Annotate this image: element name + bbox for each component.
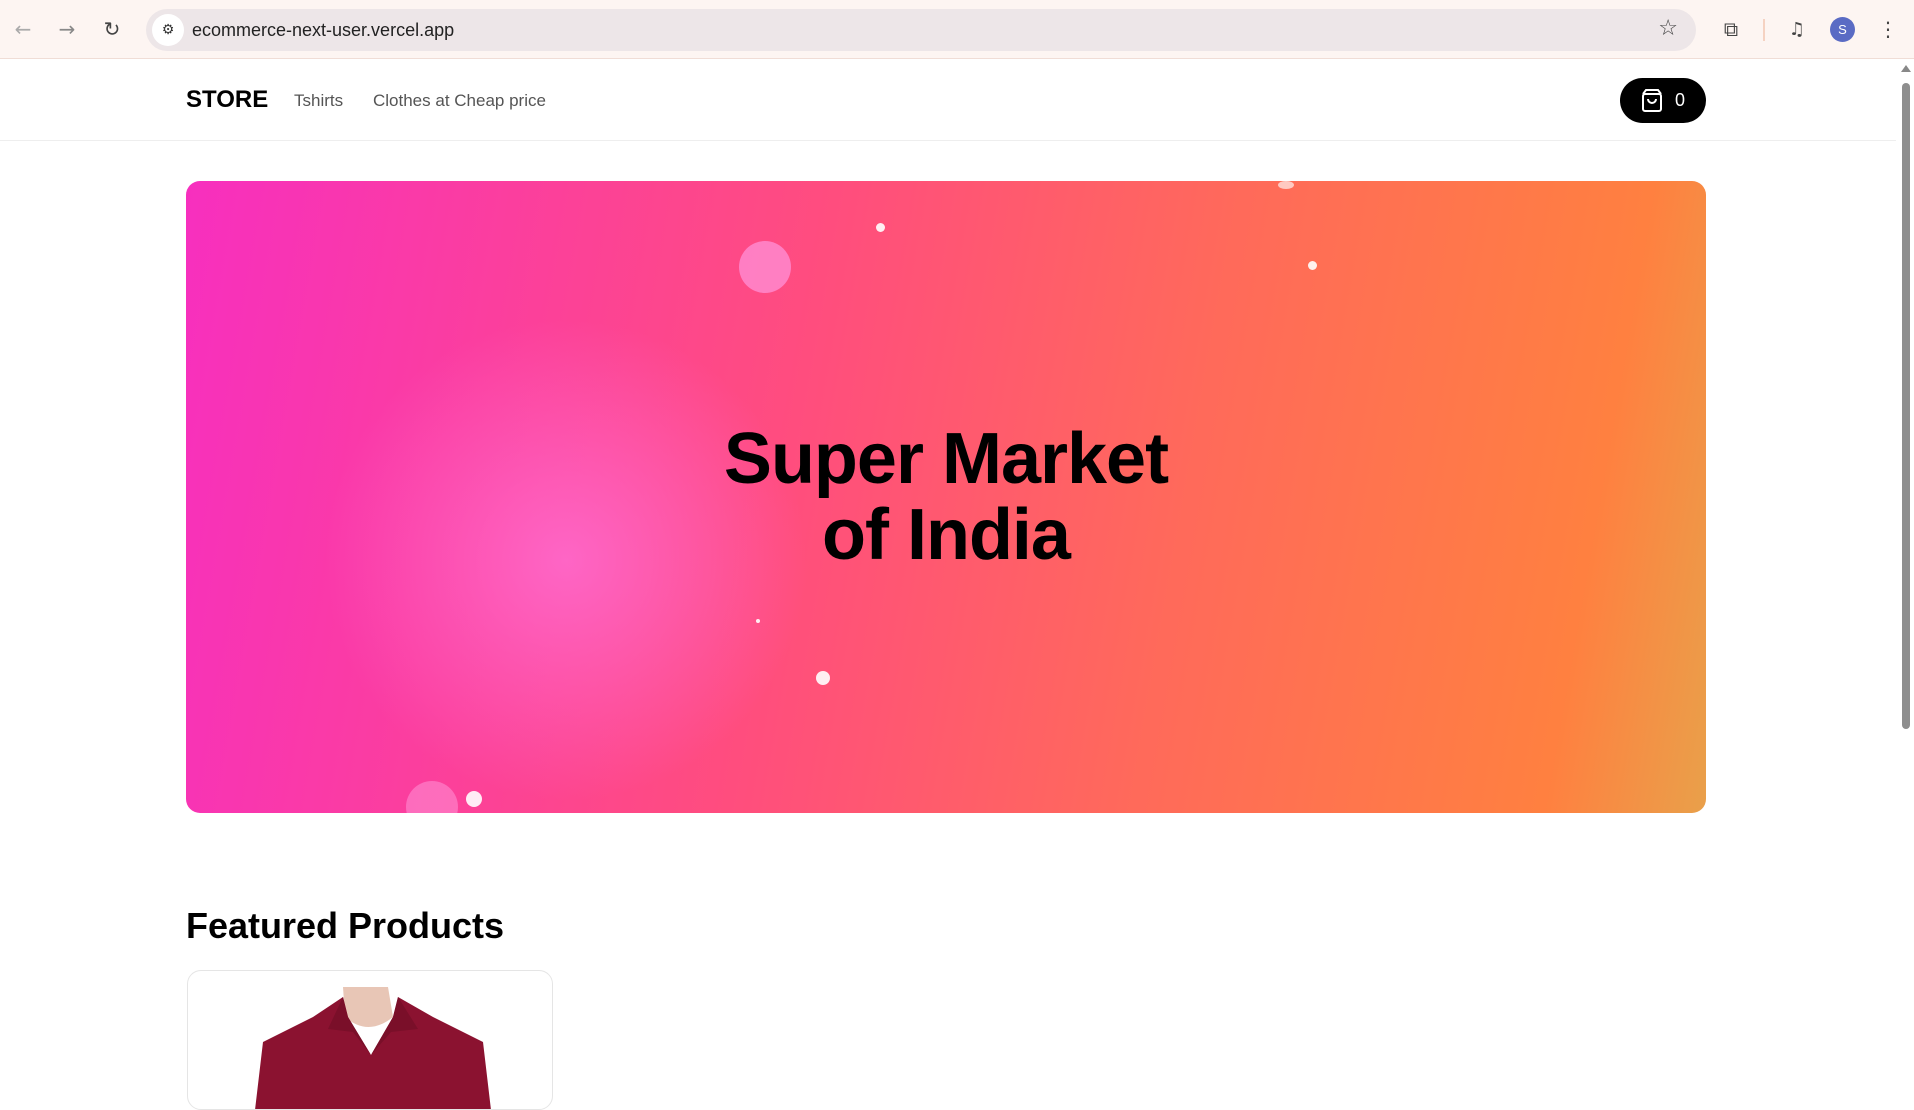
scrollbar-thumb[interactable] [1902,83,1910,729]
nav-link-tshirts[interactable]: Tshirts [294,91,343,111]
cart-count: 0 [1674,90,1685,110]
browser-toolbar: ← → ↻ ⚙ ecommerce-next-user.vercel.app ☆… [0,0,1914,59]
bokeh-dot [406,781,458,813]
bokeh-dot [756,619,760,623]
profile-avatar[interactable]: S [1830,17,1855,42]
bokeh-dot [876,223,885,232]
bokeh-dot [1308,261,1317,270]
reload-icon[interactable]: ↻ [97,14,127,44]
back-icon[interactable]: ← [8,14,38,44]
hero-banner: Super Market of India [186,181,1706,813]
bokeh-dot [816,671,830,685]
bookmark-star-icon[interactable]: ☆ [1658,16,1678,41]
media-icon[interactable]: ♫ [1782,14,1812,44]
product-card[interactable] [187,970,553,1110]
bokeh-dot [1278,181,1294,189]
scrollbar[interactable] [1898,59,1914,1089]
nav-link-clothes[interactable]: Clothes at Cheap price [373,91,546,111]
scroll-up-arrow-icon[interactable] [1901,65,1911,72]
site-settings-icon[interactable]: ⚙ [152,14,184,46]
bokeh-dot [739,241,791,293]
store-logo[interactable]: STORE [186,86,268,114]
url-text[interactable]: ecommerce-next-user.vercel.app [192,20,454,41]
bokeh-dot [466,791,482,807]
site-header: STORE Tshirts Clothes at Cheap price 0 [0,59,1896,141]
forward-icon[interactable]: → [52,14,82,44]
hero-title: Super Market of India [723,419,1169,575]
shopping-bag-icon [1641,88,1662,112]
featured-products-heading: Featured Products [186,905,505,946]
product-image-polo-shirt [255,987,491,1109]
address-bar[interactable]: ⚙ ecommerce-next-user.vercel.app ☆ [146,9,1696,51]
cart-button[interactable]: 0 [1620,78,1706,123]
divider [1763,19,1765,41]
menu-icon[interactable]: ⋮ [1873,14,1903,44]
extensions-icon[interactable]: ⧉ [1716,14,1746,44]
